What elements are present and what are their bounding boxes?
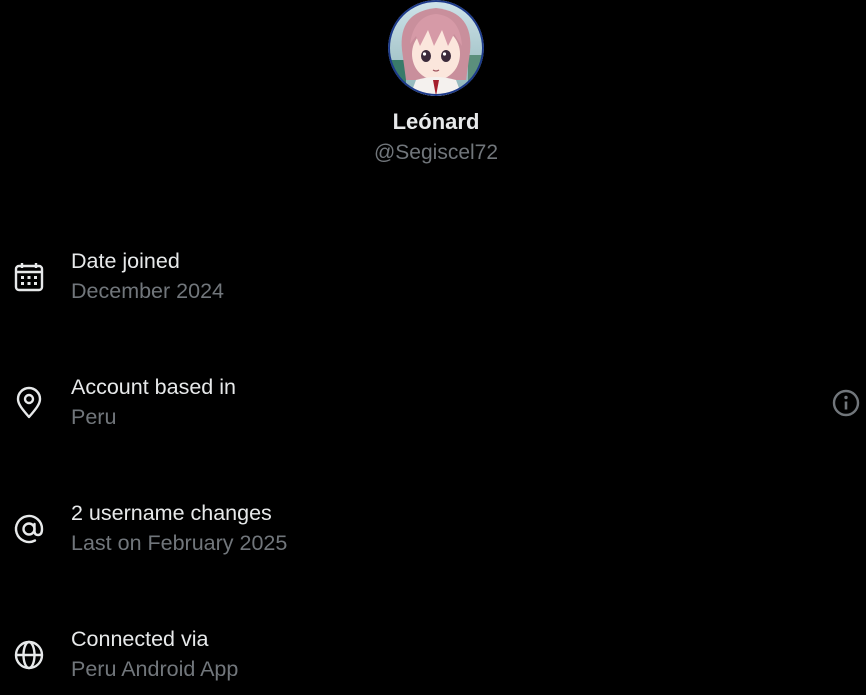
avatar[interactable] [388,0,484,96]
row-subtitle: December 2024 [71,279,224,303]
username-handle: @Segiscel72 [373,141,499,164]
profile-header: Leónard @Segiscel72 [0,0,866,170]
row-subtitle: Peru Android App [71,657,239,681]
avatar-image [388,0,484,96]
row-title: Account based in [71,375,236,399]
location-pin-icon [12,386,46,420]
row-title: Date joined [71,249,180,273]
info-icon[interactable] [831,388,861,418]
display-name: Leónard [392,109,480,134]
row-subtitle: Last on February 2025 [71,531,288,555]
at-sign-icon [12,512,46,546]
row-title: Connected via [71,627,209,651]
row-username-changes: 2 username changes Last on February 2025 [0,499,866,569]
calendar-icon [12,260,46,294]
row-title: 2 username changes [71,501,272,525]
row-account-based-in: Account based in Peru [0,373,866,443]
row-subtitle: Peru [71,405,117,429]
globe-icon [12,638,46,672]
row-date-joined: Date joined December 2024 [0,247,866,317]
row-connected-via: Connected via Peru Android App [0,625,866,695]
